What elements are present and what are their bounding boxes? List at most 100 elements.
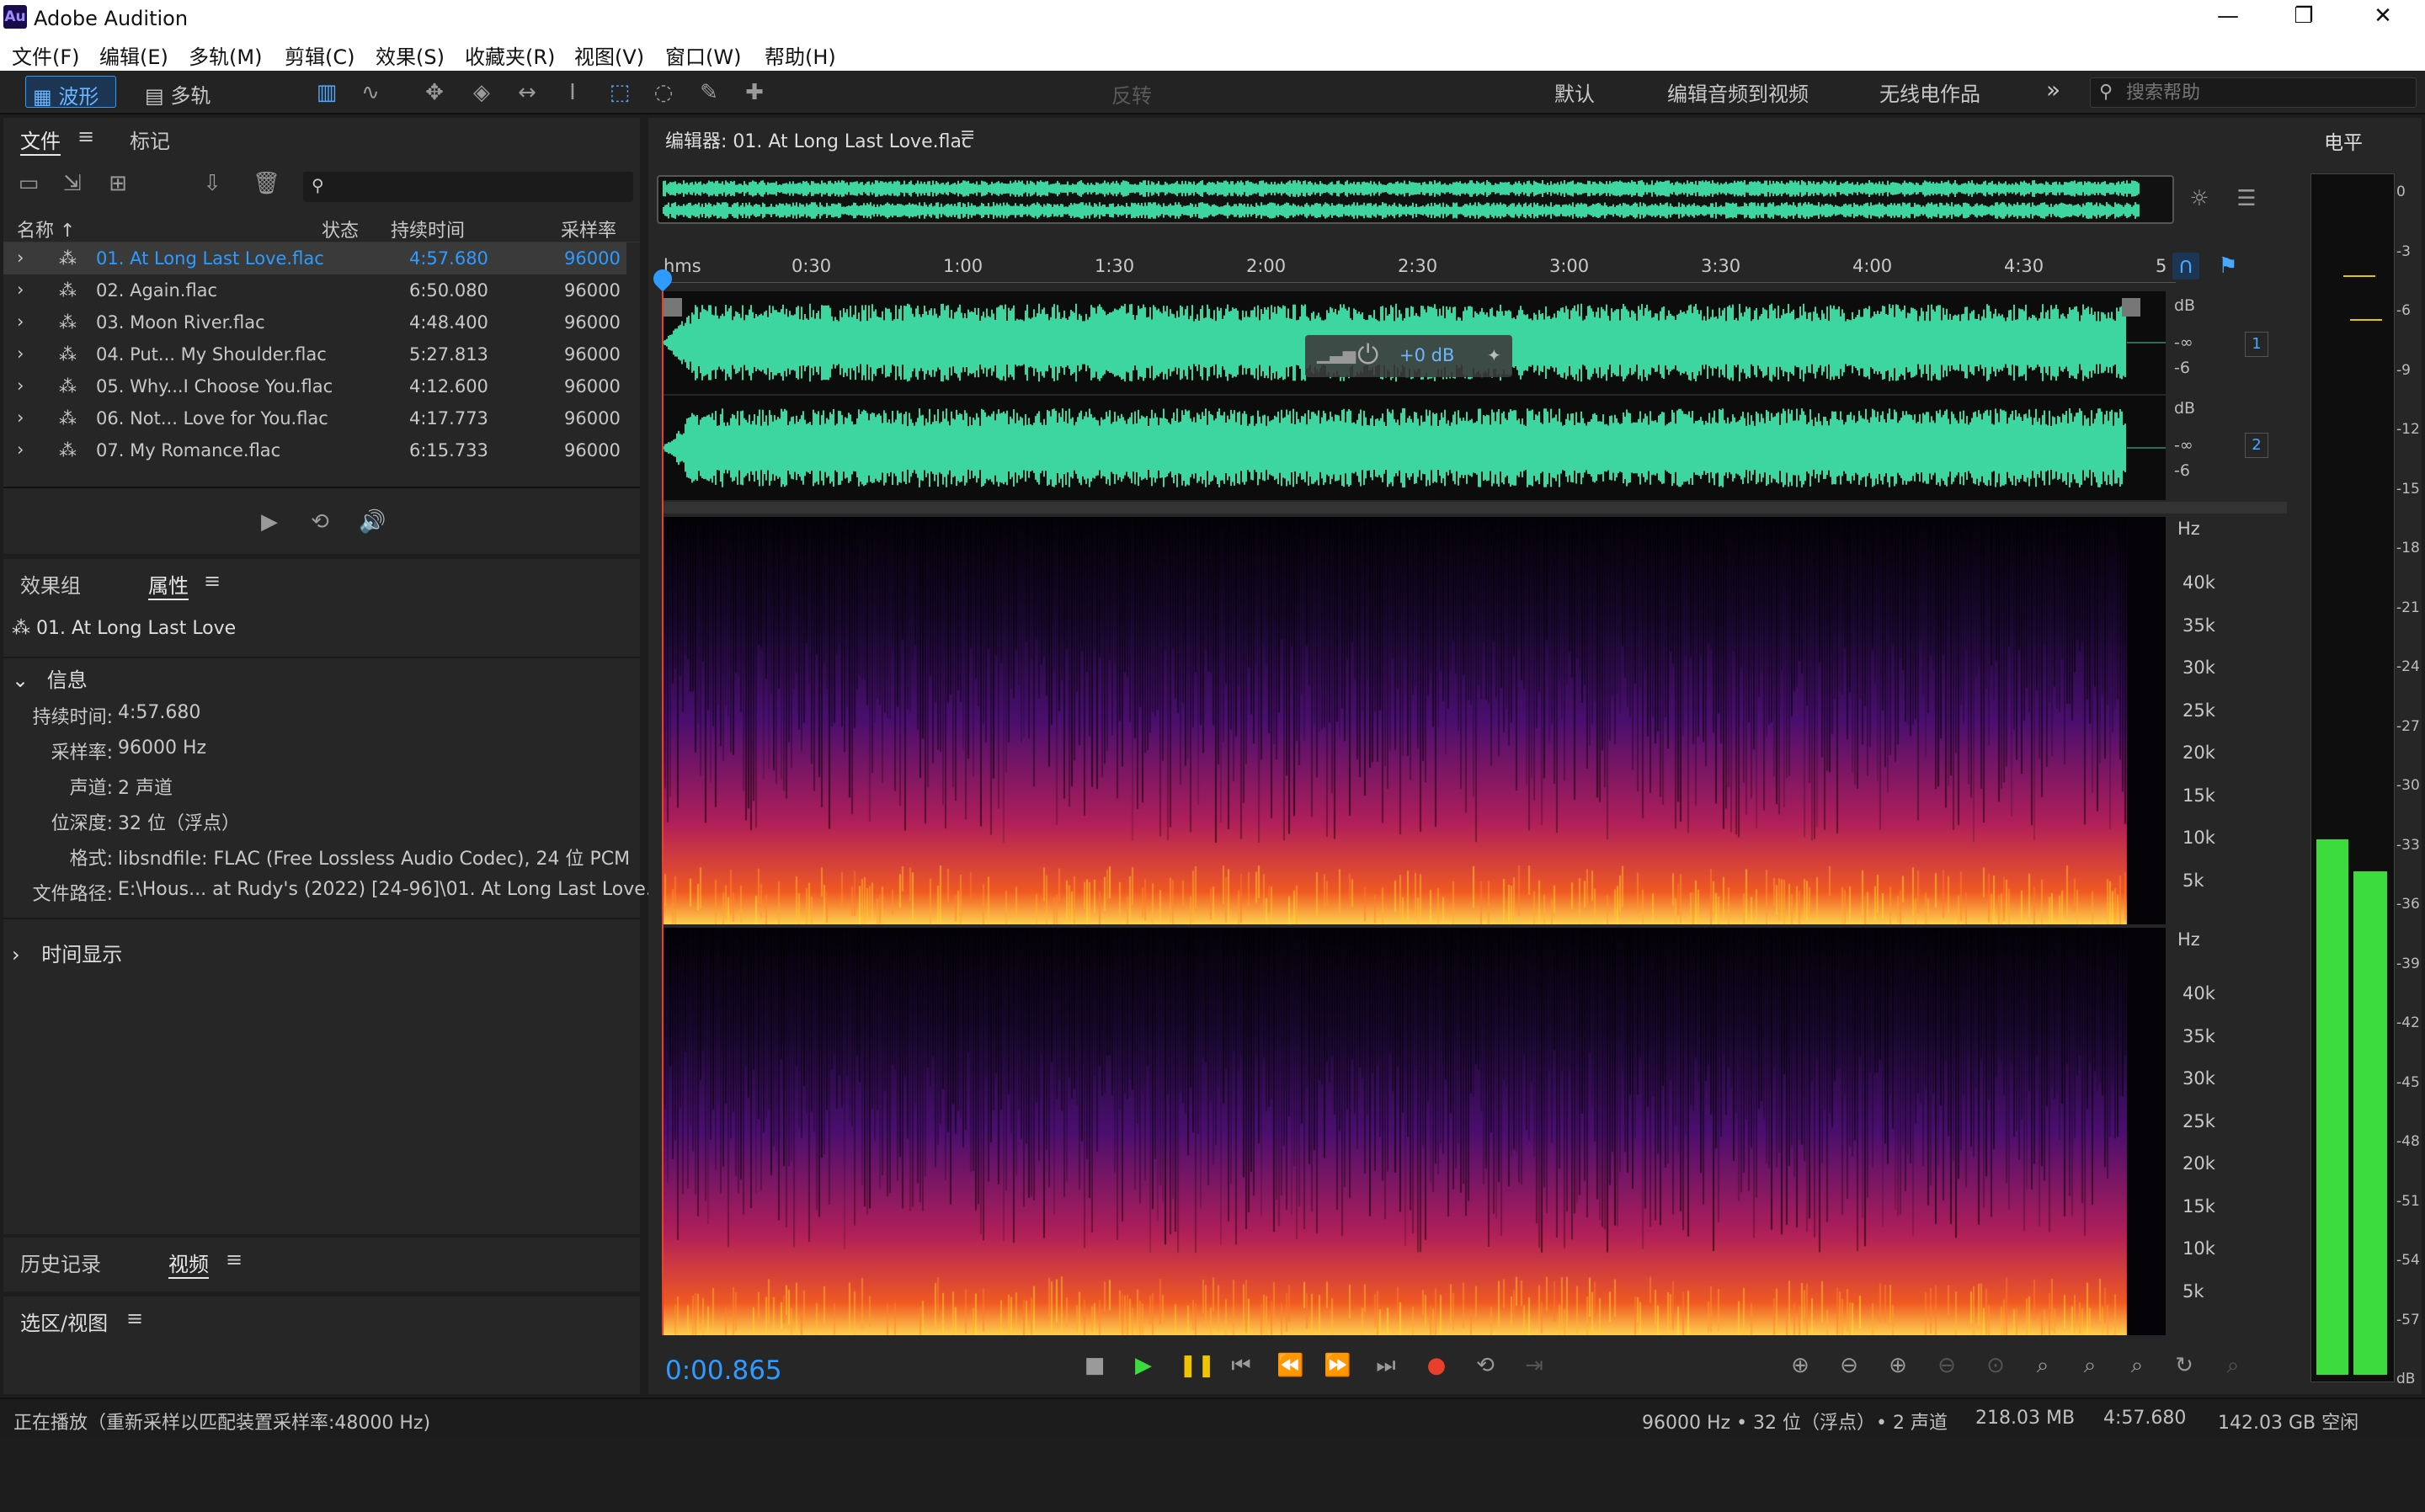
file-row[interactable]: › ⁂ 06. Not... Love for You.flac 4:17.77… [3, 402, 626, 434]
multitrack-view-button[interactable]: ▤ 多轨 [138, 76, 229, 108]
channel-1-toggle[interactable]: 1 [2245, 332, 2268, 357]
expand-chevron-icon[interactable]: › [17, 280, 24, 300]
zoom-selection-icon[interactable]: ⊙ [1982, 1352, 2009, 1379]
file-list-scrollbar[interactable] [3, 471, 640, 488]
file-row[interactable]: › ⁂ 07. My Romance.flac 6:15.733 96000 [3, 434, 626, 466]
menu-help[interactable]: 帮助(H) [765, 40, 836, 70]
col-name[interactable]: 名称 ↑ [17, 216, 75, 242]
workspace-default[interactable]: 默认 [1554, 77, 1595, 109]
move-tool-icon[interactable]: ✥ [421, 79, 448, 106]
expand-chevron-icon[interactable]: › [17, 407, 24, 428]
channel-2-toggle[interactable]: 2 [2245, 433, 2268, 458]
file-row[interactable]: › ⁂ 05. Why...I Choose You.flac 4:12.600… [3, 370, 626, 402]
help-search-input[interactable] [2126, 80, 2404, 105]
menu-window[interactable]: 窗口(W) [665, 40, 741, 70]
minimize-button[interactable]: — [2203, 3, 2253, 29]
open-file-icon[interactable]: ▭ [15, 170, 42, 197]
file-row[interactable]: › ⁂ 02. Again.flac 6:50.080 96000 [3, 274, 626, 306]
expand-chevron-icon[interactable]: › [17, 343, 24, 364]
zoom-full-icon[interactable]: ⌕ [2124, 1352, 2151, 1379]
waveform-channel-2[interactable] [662, 396, 2166, 500]
tab-selection-view[interactable]: 选区/视图 [20, 1307, 108, 1336]
insert-multitrack-icon[interactable]: ⇩ [199, 170, 226, 197]
menu-multitrack[interactable]: 多轨(M) [189, 40, 262, 70]
maximize-button[interactable]: ❐ [2278, 3, 2329, 29]
time-display-section[interactable]: › 时间显示 [12, 938, 122, 967]
spectral-channel-2[interactable] [662, 928, 2166, 1335]
workspace-radio[interactable]: 无线电作品 [1879, 77, 1980, 109]
slip-tool-icon[interactable]: ↔ [514, 79, 541, 106]
col-sample-rate[interactable]: 采样率 [561, 216, 616, 242]
rewind-icon[interactable]: ⏪ [1276, 1352, 1303, 1379]
tab-effects-rack[interactable]: 效果组 [20, 569, 81, 599]
snap-icon[interactable]: ∩ [2172, 253, 2199, 280]
skip-selection-icon[interactable]: ⇥ [1521, 1352, 1548, 1379]
skip-to-start-icon[interactable]: ⏮ [1228, 1352, 1255, 1379]
loop-playback-icon[interactable]: ⟲ [1472, 1352, 1499, 1379]
gain-hud[interactable]: ▁▃▅ ⏻ +0 dB ✦ [1305, 335, 1512, 377]
pause-icon[interactable]: ❚❚ [1179, 1352, 1216, 1379]
tab-files[interactable]: 文件 [20, 125, 61, 156]
zoom-out-time-icon[interactable]: ⊖ [1933, 1352, 1960, 1379]
new-file-icon[interactable]: ⊞ [104, 170, 131, 197]
spot-healing-icon[interactable]: ✚ [741, 79, 768, 106]
marquee-selection-icon[interactable]: ⬚ [606, 79, 633, 106]
time-ruler[interactable]: hms 0:30 1:00 1:30 2:00 2:30 3:00 3:30 4:00 4:30… [660, 253, 2176, 283]
zoom-settings-icon[interactable]: ☼ [2186, 185, 2213, 212]
razor-tool-icon[interactable]: ◈ [468, 79, 495, 106]
autoplay-volume-icon[interactable]: 🔊 [359, 508, 386, 535]
expand-chevron-icon[interactable]: › [17, 311, 24, 332]
brush-selection-icon[interactable]: ✎ [696, 79, 722, 106]
zoom-out-amplitude-icon[interactable]: ⊖ [1836, 1352, 1863, 1379]
panel-menu-icon[interactable]: ≡ [77, 125, 94, 148]
waveform-spectral-divider[interactable] [662, 502, 2287, 514]
reverse-button[interactable]: 反转 [1111, 79, 1152, 111]
expand-chevron-icon[interactable]: › [17, 375, 24, 396]
col-status[interactable]: 状态 [322, 216, 359, 242]
zoom-reset-icon[interactable]: ↻ [2171, 1352, 2198, 1379]
zoom-out-full-icon[interactable]: ⌕ [2076, 1352, 2103, 1379]
editor-menu-icon[interactable]: ≡ [960, 125, 975, 146]
menu-view[interactable]: 视图(V) [574, 40, 644, 70]
gain-knob-icon[interactable]: ⏻ [1357, 338, 1378, 371]
menu-clip[interactable]: 剪辑(C) [285, 40, 354, 70]
menu-effects[interactable]: 效果(S) [376, 40, 445, 70]
marker-pin-icon[interactable]: ⚑ [2214, 253, 2241, 280]
menu-file[interactable]: 文件(F) [12, 40, 80, 70]
overview-navigator[interactable] [657, 175, 2174, 224]
file-row[interactable]: › ⁂ 03. Moon River.flac 4:48.400 96000 [3, 306, 626, 338]
zoom-in-time-icon[interactable]: ⊕ [1884, 1352, 1911, 1379]
workspace-edit-audio-video[interactable]: 编辑音频到视频 [1667, 77, 1809, 109]
lasso-selection-icon[interactable]: ◌ [650, 79, 677, 106]
selview-menu-icon[interactable]: ≡ [126, 1307, 143, 1330]
fade-in-handle[interactable] [664, 298, 682, 317]
waveform-view-button[interactable]: ▦ 波形 [25, 76, 116, 109]
menu-edit[interactable]: 编辑(E) [99, 40, 168, 70]
col-duration[interactable]: 持续时间 [391, 216, 465, 242]
tab-history[interactable]: 历史记录 [20, 1248, 101, 1277]
expand-chevron-icon[interactable]: › [17, 248, 24, 268]
close-button[interactable]: ✕ [2358, 3, 2408, 29]
props-menu-icon[interactable]: ≡ [204, 569, 221, 593]
zoom-in-point-icon[interactable]: ⌕ [2029, 1352, 2056, 1379]
help-search[interactable]: ⚲ [2090, 77, 2417, 108]
video-menu-icon[interactable]: ≡ [226, 1248, 242, 1271]
current-time[interactable]: 0:00.865 [665, 1355, 782, 1386]
list-view-icon[interactable]: ☰ [2233, 185, 2260, 212]
record-icon[interactable]: ● [1423, 1352, 1450, 1379]
play-icon[interactable]: ▶ [1130, 1352, 1157, 1379]
expand-chevron-icon[interactable]: › [17, 439, 24, 460]
fade-out-handle[interactable] [2122, 298, 2140, 317]
spectral-channel-1[interactable] [662, 517, 2166, 924]
loop-preview-icon[interactable]: ⟲ [306, 508, 333, 535]
tab-markers[interactable]: 标记 [130, 125, 170, 154]
waveform-display-icon[interactable]: ▥ [313, 79, 340, 106]
play-preview-icon[interactable]: ▶ [256, 508, 283, 535]
file-filter-search[interactable]: ⚲ [303, 172, 633, 202]
spectral-display-icon[interactable]: ∿ [357, 79, 384, 106]
zoom-all-icon[interactable]: ⌕ [2220, 1352, 2246, 1379]
menu-favorites[interactable]: 收藏夹(R) [465, 40, 555, 70]
import-file-icon[interactable]: ⇲ [59, 170, 86, 197]
time-selection-icon[interactable]: I [559, 79, 586, 106]
delete-icon[interactable]: 🗑 [253, 170, 280, 197]
